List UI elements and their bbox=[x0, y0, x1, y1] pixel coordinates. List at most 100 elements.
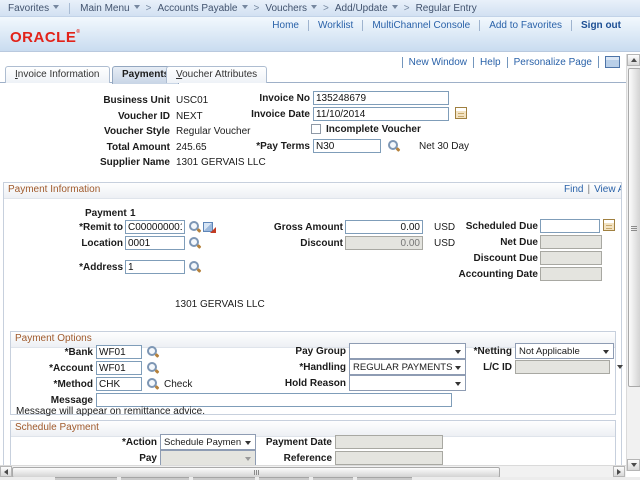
header-links: Home Worklist MultiChannel Console Add t… bbox=[263, 20, 630, 31]
breadcrumb-main-menu[interactable]: Main Menu bbox=[80, 3, 139, 14]
scheduled-due-label: Scheduled Due bbox=[428, 221, 538, 233]
vertical-scroll-thumb[interactable] bbox=[628, 68, 640, 387]
pay-terms-lookup-icon[interactable] bbox=[387, 139, 400, 152]
breadcrumb-accounts-payable-label: Accounts Payable bbox=[157, 3, 237, 14]
supplier-name-label: Supplier Name bbox=[60, 157, 170, 169]
breadcrumb-regular-entry: Regular Entry bbox=[416, 3, 477, 14]
arrow-left-icon bbox=[4, 469, 8, 475]
copy-url-icon[interactable] bbox=[598, 56, 620, 68]
accounting-date-label: Accounting Date bbox=[428, 269, 538, 281]
breadcrumb-separator: > bbox=[146, 3, 152, 14]
pay-terms-input[interactable] bbox=[313, 139, 381, 153]
pay-group-label: Pay Group bbox=[256, 346, 346, 358]
vertical-scrollbar[interactable] bbox=[626, 54, 640, 471]
bank-lookup-icon[interactable] bbox=[146, 345, 159, 358]
breadcrumb-add-update[interactable]: Add/Update bbox=[335, 3, 398, 14]
bank-label: *Bank bbox=[13, 347, 93, 359]
schedule-payment-header: Schedule Payment bbox=[11, 421, 615, 437]
payment-information-title: Payment Information bbox=[8, 184, 100, 195]
address-lookup-icon[interactable] bbox=[188, 260, 201, 273]
link-new-window[interactable]: New Window bbox=[402, 57, 473, 68]
scheduled-due-input[interactable] bbox=[540, 219, 600, 233]
breadcrumb: Favorites Main Menu > Accounts Payable >… bbox=[0, 0, 640, 17]
action-label: *Action bbox=[75, 437, 157, 449]
link-home[interactable]: Home bbox=[263, 20, 308, 31]
location-lookup-icon[interactable] bbox=[188, 236, 201, 249]
supplier-detail-icon[interactable] bbox=[203, 221, 216, 233]
links-separator: | bbox=[587, 184, 590, 195]
scroll-up-button[interactable] bbox=[627, 54, 640, 66]
chevron-down-icon bbox=[311, 5, 317, 9]
account-label: *Account bbox=[13, 363, 93, 375]
link-sign-out[interactable]: Sign out bbox=[571, 20, 630, 31]
lc-id-label: L/C ID bbox=[420, 362, 512, 374]
breadcrumb-separator: > bbox=[254, 3, 260, 14]
horizontal-scrollbar[interactable] bbox=[0, 465, 626, 477]
chevron-down-icon bbox=[53, 5, 59, 9]
link-worklist[interactable]: Worklist bbox=[308, 20, 362, 31]
chevron-down-icon bbox=[134, 5, 140, 9]
hold-reason-select[interactable] bbox=[349, 375, 466, 391]
link-add-to-favorites[interactable]: Add to Favorites bbox=[479, 20, 571, 31]
breadcrumb-favorites[interactable]: Favorites bbox=[8, 3, 59, 14]
handling-label: *Handling bbox=[256, 362, 346, 374]
header-band: Home Worklist MultiChannel Console Add t… bbox=[0, 17, 640, 52]
gross-amount-input[interactable] bbox=[345, 220, 423, 234]
breadcrumb-favorites-label: Favorites bbox=[8, 3, 49, 14]
payment-information-header: Payment Information Find | View All bbox=[4, 183, 621, 199]
netting-value: Not Applicable bbox=[519, 346, 580, 357]
remit-to-label: *Remit to bbox=[43, 222, 123, 234]
account-input[interactable] bbox=[96, 361, 142, 375]
schedule-payment-title: Schedule Payment bbox=[15, 422, 99, 433]
discount-input bbox=[345, 236, 423, 250]
lc-id-dropdown-arrow-icon[interactable] bbox=[617, 365, 623, 369]
method-lookup-icon[interactable] bbox=[146, 377, 159, 390]
payment-date-label: Payment Date bbox=[240, 437, 332, 449]
scroll-right-button[interactable] bbox=[613, 466, 625, 477]
remit-to-lookup-icon[interactable] bbox=[188, 220, 201, 233]
invoice-date-calendar-icon[interactable] bbox=[455, 107, 467, 119]
scroll-down-button[interactable] bbox=[627, 459, 640, 471]
invoice-date-label: Invoice Date bbox=[190, 109, 310, 121]
link-multichannel-console[interactable]: MultiChannel Console bbox=[362, 20, 479, 31]
voucher-style-label: Voucher Style bbox=[60, 126, 170, 138]
address-label: *Address bbox=[43, 262, 123, 274]
net-due-label: Net Due bbox=[428, 237, 538, 249]
netting-label: *Netting bbox=[420, 346, 512, 358]
tab-invoice-information[interactable]: Invoice Information bbox=[5, 66, 110, 83]
discount-due-label: Discount Due bbox=[428, 253, 538, 265]
arrow-right-icon bbox=[617, 469, 621, 475]
view-all-link[interactable]: View All bbox=[594, 184, 621, 195]
payment-options-title: Payment Options bbox=[15, 333, 92, 344]
invoice-no-input[interactable] bbox=[313, 91, 449, 105]
scroll-left-button[interactable] bbox=[0, 466, 12, 477]
breadcrumb-divider bbox=[69, 3, 70, 14]
link-personalize-page[interactable]: Personalize Page bbox=[507, 57, 598, 68]
bank-input[interactable] bbox=[96, 345, 142, 359]
method-input[interactable] bbox=[96, 377, 142, 391]
payment-row-label: Payment bbox=[85, 208, 127, 220]
pay-label: Pay bbox=[75, 453, 157, 465]
remit-to-input[interactable] bbox=[125, 220, 185, 234]
tab-invoice-information-label: nvoice Information bbox=[18, 69, 100, 80]
invoice-date-input[interactable] bbox=[313, 107, 449, 121]
netting-select[interactable]: Not Applicable bbox=[515, 343, 614, 359]
net-due-input bbox=[540, 235, 602, 249]
find-link[interactable]: Find bbox=[564, 184, 583, 195]
incomplete-voucher-label: Incomplete Voucher bbox=[326, 124, 421, 136]
invoice-no-label: Invoice No bbox=[190, 93, 310, 105]
link-help[interactable]: Help bbox=[473, 57, 507, 68]
breadcrumb-accounts-payable[interactable]: Accounts Payable bbox=[157, 3, 247, 14]
incomplete-voucher-checkbox[interactable] bbox=[311, 124, 321, 134]
location-label: Location bbox=[43, 238, 123, 250]
address-input[interactable] bbox=[125, 260, 185, 274]
method-label: *Method bbox=[13, 379, 93, 391]
tab-voucher-attributes[interactable]: Voucher Attributes bbox=[166, 66, 267, 83]
voucher-id-label: Voucher ID bbox=[60, 111, 170, 123]
account-lookup-icon[interactable] bbox=[146, 361, 159, 374]
chevron-down-icon bbox=[392, 5, 398, 9]
message-input[interactable] bbox=[96, 393, 452, 407]
location-input[interactable] bbox=[125, 236, 185, 250]
breadcrumb-vouchers[interactable]: Vouchers bbox=[265, 3, 317, 14]
scheduled-due-calendar-icon[interactable] bbox=[603, 219, 615, 231]
